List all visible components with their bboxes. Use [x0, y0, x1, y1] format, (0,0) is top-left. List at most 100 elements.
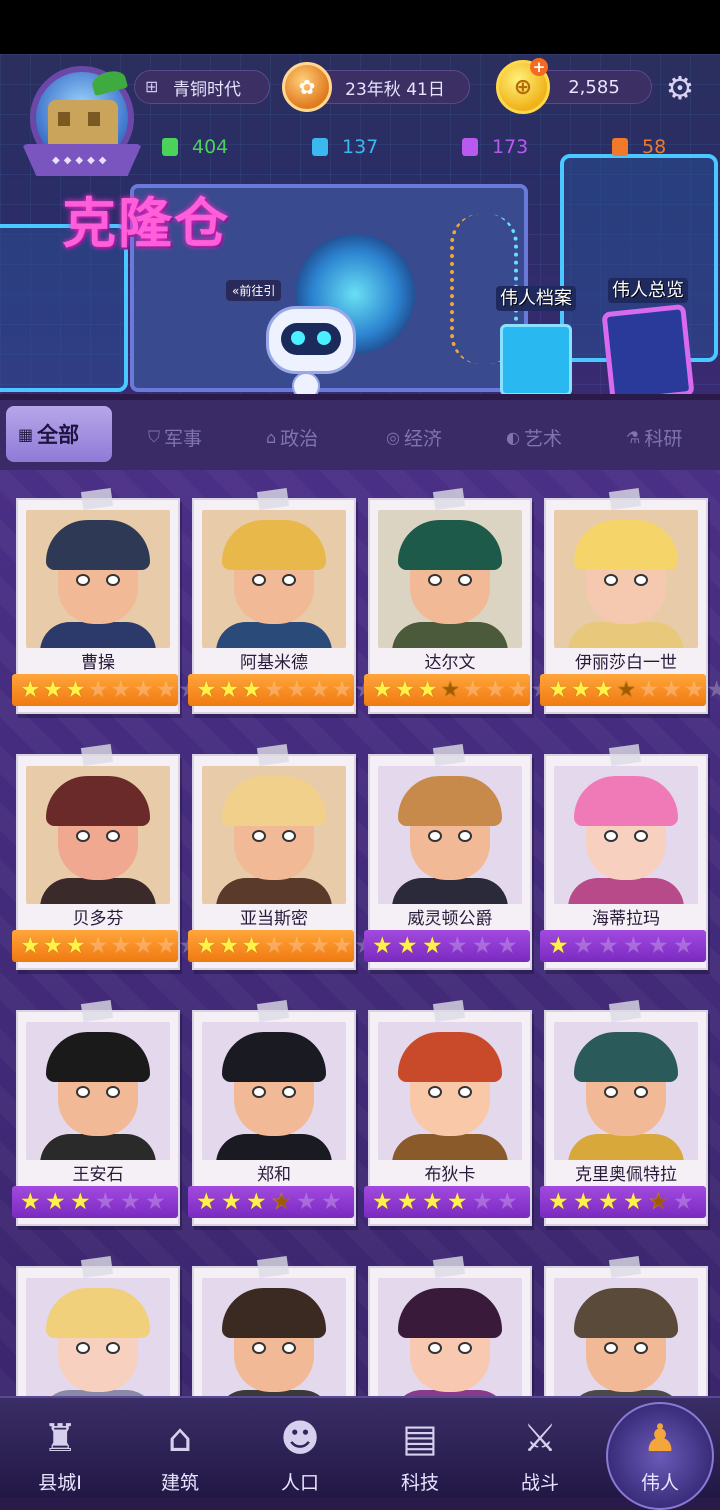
star-icon: ★	[548, 676, 569, 703]
portrait-hair	[398, 1032, 502, 1082]
portrait-eye	[252, 830, 266, 842]
tab-all[interactable]: ▦ 全部	[6, 406, 112, 462]
hero-card[interactable]	[544, 1256, 708, 1396]
hero-card[interactable]: 阿基米德★★★★★★★★	[188, 488, 375, 714]
statue-icon: ♟	[642, 1416, 678, 1460]
nav-label: 战斗	[520, 1472, 559, 1494]
nav-item-0[interactable]: ♜ 县城I	[0, 1398, 120, 1498]
hero-card[interactable]: 王安石 ★ ★ ★ ★ ★ ★	[12, 1000, 180, 1226]
tab-military[interactable]: ⛉ 军事	[148, 420, 202, 454]
nav-item-2[interactable]: ☻ 人口	[240, 1398, 360, 1498]
top-hud: ◆◆◆◆◆ ⊞ 青铜时代 23年秋 41日 ✿ 2,585 ⊕ + ⚙ 404 …	[0, 54, 720, 394]
hero-card[interactable]: 达尔文★★★★★★★★	[364, 488, 551, 714]
portrait-eye	[252, 1086, 266, 1098]
resource-value: 58	[642, 136, 667, 158]
star-icon: ★	[397, 1188, 418, 1215]
status-bar	[0, 0, 720, 54]
star-icon: ★	[462, 676, 484, 703]
tape	[80, 1256, 114, 1278]
city-fort	[48, 100, 118, 148]
hero-name: 曹操	[81, 653, 115, 673]
tab-research[interactable]: ⚗ 科研	[626, 420, 682, 454]
hero-name: 威灵顿公爵	[407, 909, 493, 929]
robot-assistant[interactable]	[266, 306, 356, 374]
star-icon: ★	[548, 932, 569, 959]
star-rating: ★ ★ ★ ★ ★ ★	[188, 1186, 354, 1218]
book-icon: ▤	[402, 1416, 438, 1460]
nav-label: 县城I	[38, 1472, 82, 1494]
portrait-eye	[604, 830, 618, 842]
portrait-eye	[428, 574, 442, 586]
nav-item-4[interactable]: ⚔ 战斗	[480, 1398, 600, 1498]
star-icon: ★	[673, 1188, 694, 1215]
overview-frame-icon	[601, 303, 695, 394]
add-gold-button[interactable]: +	[530, 58, 548, 76]
tape	[256, 488, 290, 510]
hero-portrait	[378, 1022, 522, 1160]
star-icon: ★	[20, 1188, 41, 1215]
star-icon: ★	[706, 676, 720, 703]
portrait-body	[568, 622, 684, 648]
portrait-eye	[634, 574, 648, 586]
hero-card[interactable]	[368, 1256, 532, 1396]
hero-portrait	[554, 1022, 698, 1160]
era-pill[interactable]: ⊞ 青铜时代	[134, 70, 270, 104]
star-icon: ★	[196, 676, 217, 703]
tab-politics[interactable]: ⌂ 政治	[266, 420, 318, 454]
portrait-hair	[574, 1288, 678, 1338]
season-leaf-icon: ✿	[282, 62, 332, 112]
nav-item-1[interactable]: ⌂ 建筑	[120, 1398, 240, 1498]
star-icon: ★	[286, 676, 308, 703]
hero-card[interactable]: 伊丽莎白一世 ★ ★ ★ ★ ★ ★ ★ ★	[540, 488, 720, 714]
hero-card[interactable]: 曹操★★★★★★★★	[12, 488, 199, 714]
star-icon: ★	[497, 1188, 518, 1215]
tab-art[interactable]: ◐ 艺术	[506, 420, 562, 454]
hero-card[interactable]: 克里奥佩特拉 ★ ★ ★ ★ ★ ★	[540, 1000, 708, 1226]
portrait-hair	[222, 1288, 326, 1338]
green-crate-icon	[162, 138, 178, 156]
star-icon: ★	[87, 932, 109, 959]
portrait-eye	[76, 1342, 90, 1354]
grid-icon: ▦	[18, 424, 34, 444]
hero-card[interactable]	[16, 1256, 180, 1396]
bottom-nav: ♜ 县城I ⌂ 建筑 ☻ 人口 ▤ 科技 ⚔ 战斗 ♟ 伟人	[0, 1396, 720, 1510]
star-icon: ★	[394, 676, 416, 703]
hero-card[interactable]: 郑和 ★ ★ ★ ★ ★ ★	[188, 1000, 356, 1226]
goto-link[interactable]: «前往引	[226, 280, 282, 301]
tab-label: 军事	[164, 427, 203, 450]
star-icon: ★	[638, 676, 660, 703]
hero-card[interactable]	[192, 1256, 356, 1396]
star-icon: ★	[472, 1188, 493, 1215]
tab-label: 政治	[280, 427, 319, 450]
hero-overview-button[interactable]: 伟人总览	[601, 276, 708, 394]
star-icon: ★	[321, 1188, 342, 1215]
portrait-hair	[398, 1288, 502, 1338]
star-icon: ★	[593, 676, 614, 703]
nav-item-5[interactable]: ♟ 伟人	[600, 1398, 720, 1510]
hero-portrait	[202, 766, 346, 904]
city-badge[interactable]: ◆◆◆◆◆	[22, 66, 142, 176]
settings-gear-icon[interactable]: ⚙	[660, 68, 700, 108]
resource-orange: 58	[612, 134, 666, 160]
hero-card[interactable]: 布狄卡 ★ ★ ★ ★ ★ ★	[364, 1000, 532, 1226]
star-icon: ★	[263, 932, 285, 959]
coins-icon: ◎	[386, 427, 400, 447]
tab-economy[interactable]: ◎ 经济	[386, 420, 442, 454]
star-icon: ★	[133, 932, 154, 959]
star-icon: ★	[271, 1190, 294, 1214]
star-icon: ★	[42, 676, 64, 703]
hero-card[interactable]: 贝多芬★★★★★★★★	[12, 744, 199, 970]
tape	[432, 1256, 466, 1278]
hero-card[interactable]: 亚当斯密★★★★★★★★	[188, 744, 375, 970]
palette-icon: ◐	[506, 427, 520, 447]
hero-card[interactable]: 海蒂拉玛 ★ ★ ★ ★ ★ ★	[540, 744, 708, 970]
star-icon: ★	[196, 932, 217, 959]
star-icon: ★	[155, 932, 177, 959]
hero-portrait	[202, 1278, 346, 1396]
hero-archive-button[interactable]: 伟人档案	[496, 284, 586, 394]
nav-item-3[interactable]: ▤ 科技	[360, 1398, 480, 1498]
star-icon: ★	[472, 932, 493, 959]
tape	[80, 1000, 114, 1022]
star-icon: ★	[309, 676, 330, 703]
hero-card[interactable]: 威灵顿公爵 ★ ★ ★ ★ ★ ★	[364, 744, 532, 970]
